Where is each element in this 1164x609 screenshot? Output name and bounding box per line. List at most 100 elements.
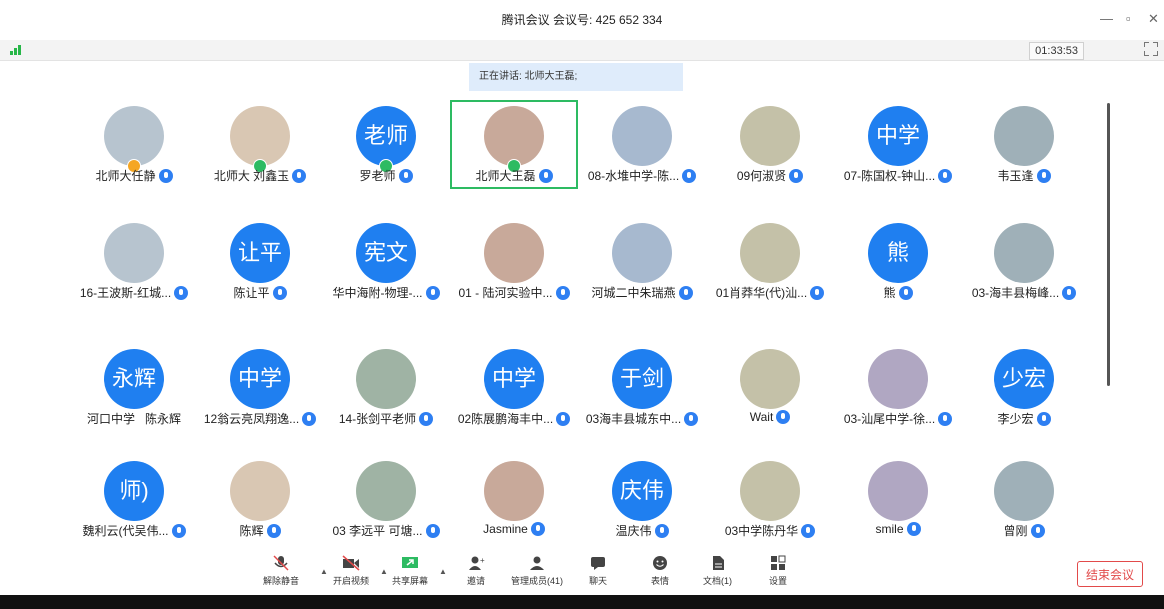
settings-button[interactable]: 设置 bbox=[769, 555, 787, 587]
participant-avatar bbox=[230, 106, 290, 166]
participant-tile[interactable]: 少宏 李少宏 bbox=[960, 343, 1088, 432]
share-screen-button[interactable]: 共享屏幕 bbox=[392, 555, 428, 587]
close-icon[interactable]: ✕ bbox=[1148, 11, 1159, 27]
participant-name: 李少宏 bbox=[997, 412, 1034, 426]
settings-label: 设置 bbox=[769, 576, 788, 586]
participant-name: 陈辉 bbox=[239, 524, 264, 538]
unmute-button[interactable]: 解除静音 bbox=[263, 555, 299, 587]
microphone-icon[interactable] bbox=[266, 524, 281, 538]
video-options-caret-icon[interactable]: ▲ bbox=[380, 567, 388, 576]
participant-name: 北师大任静 bbox=[95, 169, 156, 183]
participant-name: 03-海丰县梅峰... bbox=[971, 286, 1060, 300]
participant-name: 02陈展鹏海丰中... bbox=[457, 412, 554, 426]
microphone-icon[interactable] bbox=[530, 522, 545, 536]
microphone-icon[interactable] bbox=[654, 524, 669, 538]
participant-avatar bbox=[612, 223, 672, 283]
participant-avatar bbox=[104, 223, 164, 283]
participant-avatar bbox=[104, 106, 164, 166]
participant-avatar: 永辉 bbox=[104, 349, 164, 409]
participant-avatar bbox=[994, 106, 1054, 166]
participant-avatar bbox=[356, 461, 416, 521]
microphone-icon[interactable] bbox=[538, 169, 553, 183]
document-icon bbox=[709, 555, 727, 571]
participant-tile[interactable]: 曾刚 bbox=[960, 455, 1088, 544]
invite-button[interactable]: + 邀请 bbox=[467, 555, 485, 587]
start-video-label: 开启视频 bbox=[333, 576, 370, 586]
participant-name: 01 - 陆河实验中... bbox=[458, 286, 553, 300]
participant-name-row: 03-海丰县梅峰... bbox=[940, 284, 1108, 300]
participant-name-row: 李少宏 bbox=[940, 410, 1108, 426]
manage-members-button[interactable]: 管理成员(41) bbox=[511, 555, 563, 587]
participant-tile[interactable]: 老师 罗老师 bbox=[322, 100, 450, 189]
participant-tile[interactable]: 03-海丰县梅峰... bbox=[960, 217, 1088, 306]
microphone-icon[interactable] bbox=[789, 169, 804, 183]
microphone-icon[interactable] bbox=[272, 286, 287, 300]
documents-label: 文档(1) bbox=[703, 576, 732, 586]
microphone-icon[interactable] bbox=[158, 169, 173, 183]
members-icon bbox=[528, 555, 546, 571]
documents-button[interactable]: 文档(1) bbox=[703, 555, 732, 587]
settings-grid-icon bbox=[769, 555, 787, 571]
status-bar: 01:33:53 bbox=[0, 40, 1164, 61]
participant-avatar: 庆伟 bbox=[612, 461, 672, 521]
microphone-icon[interactable] bbox=[1036, 412, 1051, 426]
minimize-icon[interactable]: — bbox=[1100, 11, 1113, 26]
microphone-icon[interactable] bbox=[1030, 524, 1045, 538]
start-video-button[interactable]: 开启视频 bbox=[333, 555, 369, 587]
participant-name: 北师大王磊 bbox=[475, 169, 536, 183]
signal-strength-icon[interactable] bbox=[10, 45, 24, 55]
fullscreen-icon[interactable] bbox=[1144, 42, 1158, 56]
audio-options-caret-icon[interactable]: ▲ bbox=[320, 567, 328, 576]
emoji-button[interactable]: 表情 bbox=[651, 555, 669, 587]
share-options-caret-icon[interactable]: ▲ bbox=[439, 567, 447, 576]
taskbar-strip bbox=[0, 595, 1164, 609]
participant-name: 河城二中朱瑞燕 bbox=[591, 286, 676, 300]
participant-avatar bbox=[740, 106, 800, 166]
participant-name: 华中海附-物理-... bbox=[332, 286, 423, 300]
participant-name: 16-王波斯-红城... bbox=[79, 286, 172, 300]
microphone-icon[interactable] bbox=[1062, 286, 1077, 300]
add-user-icon: + bbox=[467, 555, 485, 571]
microphone-icon[interactable] bbox=[906, 522, 921, 536]
participant-name: 08-水堆中学-陈... bbox=[587, 169, 680, 183]
participant-name: 曾刚 bbox=[1003, 524, 1028, 538]
participant-name-row: 曾刚 bbox=[940, 522, 1108, 538]
participant-name: 温庆伟 bbox=[615, 524, 652, 538]
microphone-muted-icon bbox=[272, 555, 290, 571]
end-meeting-button[interactable]: 结束会议 bbox=[1077, 561, 1143, 587]
participant-name: 罗老师 bbox=[359, 169, 396, 183]
participant-avatar bbox=[994, 461, 1054, 521]
participant-name-row: 韦玉逢 bbox=[940, 167, 1108, 183]
participant-avatar: 宪文 bbox=[356, 223, 416, 283]
microphone-icon[interactable] bbox=[398, 169, 413, 183]
participant-avatar bbox=[740, 349, 800, 409]
camera-off-icon bbox=[342, 555, 360, 571]
meeting-toolbar: 解除静音 ▲ 开启视频 ▲ 共享屏幕 ▲ + 邀请 管理成员(41) 聊天 表情… bbox=[0, 549, 1164, 595]
participant-name: 韦玉逢 bbox=[997, 169, 1034, 183]
participant-avatar bbox=[612, 106, 672, 166]
svg-text:+: + bbox=[480, 556, 485, 565]
restore-icon[interactable]: ▫ bbox=[1126, 11, 1131, 26]
microphone-icon[interactable] bbox=[898, 286, 913, 300]
speaking-indicator: 正在讲话: 北师大王磊; bbox=[469, 63, 683, 91]
participant-name: 07-陈国权-钟山... bbox=[843, 169, 936, 183]
participant-tile[interactable]: 韦玉逢 bbox=[960, 100, 1088, 189]
participant-avatar bbox=[740, 223, 800, 283]
participant-avatar bbox=[484, 461, 544, 521]
participant-avatar: 中学 bbox=[230, 349, 290, 409]
microphone-icon[interactable] bbox=[1036, 169, 1051, 183]
participant-name: 03中学陈丹华 bbox=[724, 524, 799, 538]
scrollbar[interactable] bbox=[1107, 103, 1110, 386]
microphone-icon[interactable] bbox=[776, 410, 791, 424]
participant-name: 03 李远平 可塘... bbox=[332, 524, 423, 538]
manage-members-label: 管理成员(41) bbox=[511, 576, 564, 586]
participant-name: 01肖莽华(代)汕... bbox=[715, 286, 808, 300]
participant-name: 熊 bbox=[883, 286, 896, 300]
participant-avatar bbox=[868, 349, 928, 409]
participant-name: Jasmine bbox=[483, 522, 528, 536]
chat-button[interactable]: 聊天 bbox=[589, 555, 607, 587]
participant-name: 09何淑贤 bbox=[736, 169, 787, 183]
participant-name: 03-汕尾中学-徐... bbox=[843, 412, 936, 426]
participant-avatar: 中学 bbox=[868, 106, 928, 166]
participant-name: 12翁云亮凤翔逸... bbox=[203, 412, 300, 426]
